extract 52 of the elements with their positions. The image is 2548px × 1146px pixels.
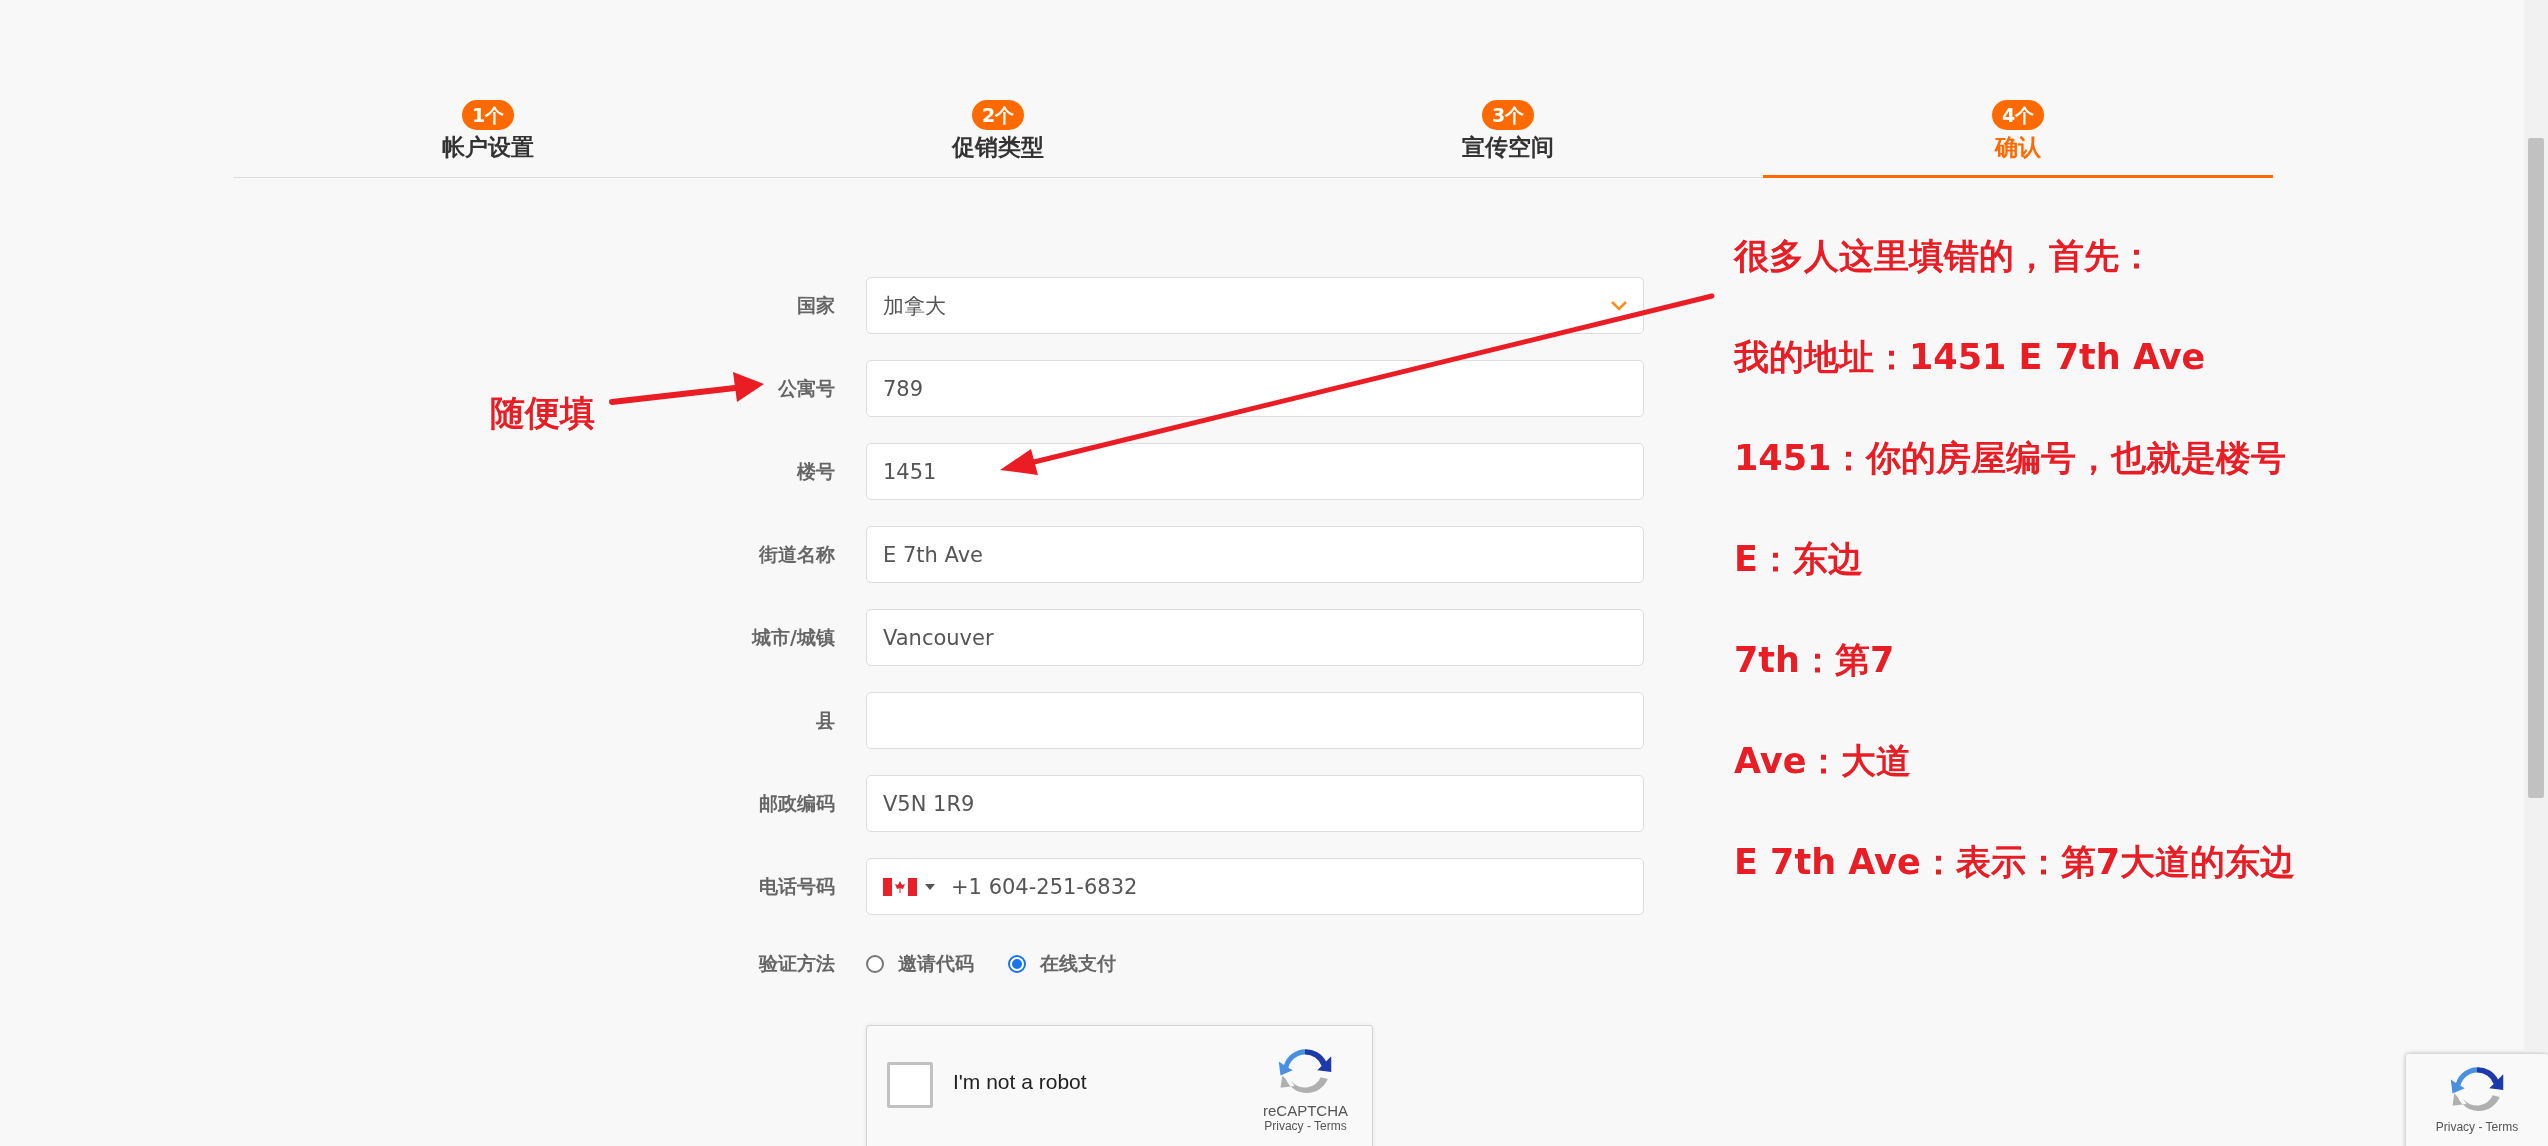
- step-tab[interactable]: 1个 帐户设置: [233, 100, 743, 178]
- step-number-badge: 3个: [1481, 100, 1535, 130]
- phone-number-input[interactable]: +1 604-251-6832: [949, 873, 1627, 900]
- field-label: 县: [815, 707, 835, 733]
- step-label: 宣传空间: [1462, 133, 1554, 162]
- radio-option[interactable]: 邀请代码: [866, 951, 974, 977]
- annotation-text: 1451：你的房屋编号，也就是楼号: [1734, 437, 2288, 480]
- field-label: 街道名称: [757, 541, 835, 567]
- step-number-badge: 4个: [1991, 100, 2045, 130]
- field-label: 国家: [796, 292, 835, 318]
- step-tab[interactable]: 3个 宣传空间: [1253, 100, 1763, 178]
- captcha-label: I'm not a robot: [953, 1070, 1088, 1094]
- input-field[interactable]: [866, 692, 1644, 749]
- field-label: 验证方法: [757, 951, 835, 976]
- field-label: 楼号: [795, 458, 835, 484]
- privacy-terms-link[interactable]: Privacy - Terms: [1264, 1119, 1347, 1133]
- step-label: 帐户设置: [442, 133, 534, 162]
- step-tab[interactable]: 2个 促销类型: [743, 100, 1253, 178]
- annotation-text: Ave：大道: [1734, 740, 1913, 783]
- annotation-text: 我的地址：1451 E 7th Ave: [1734, 336, 2207, 379]
- chevron-down-icon: [1611, 300, 1627, 311]
- phone-field[interactable]: +1 604-251-6832: [866, 858, 1644, 915]
- country-select[interactable]: 加拿大: [866, 277, 1644, 334]
- step-label: 确认: [1995, 133, 2041, 162]
- radio-label: 邀请代码: [898, 951, 974, 976]
- input-field[interactable]: 789: [866, 360, 1644, 417]
- annotation-text: E：东边: [1734, 538, 1864, 581]
- annotation-text: E 7th Ave：表示：第7大道的东边: [1734, 841, 2296, 884]
- radio-option[interactable]: 在线支付: [1008, 951, 1116, 977]
- captcha-checkbox[interactable]: [887, 1062, 933, 1108]
- input-field[interactable]: Vancouver: [866, 609, 1644, 666]
- annotation-text: 很多人这里填错的，首先：: [1734, 235, 2155, 278]
- input-field[interactable]: 1451: [866, 443, 1644, 500]
- field-label: 城市/城镇: [750, 624, 835, 650]
- privacy-terms-link[interactable]: Privacy - Terms: [2435, 1120, 2519, 1134]
- input-field[interactable]: E 7th Ave: [866, 526, 1644, 583]
- field-label: 电话号码: [758, 873, 835, 899]
- step-number-badge: 2个: [971, 100, 1025, 130]
- annotation-text: 7th：第7: [1734, 639, 1896, 682]
- annotation-text: 随便填: [490, 392, 595, 435]
- field-label: 邮政编码: [758, 790, 835, 816]
- caret-icon: [925, 883, 935, 890]
- step-number-badge: 1个: [461, 100, 515, 130]
- step-label: 促销类型: [952, 133, 1044, 162]
- flag-icon: [883, 877, 917, 896]
- radio-label: 在线支付: [1040, 951, 1116, 976]
- scrollbar[interactable]: [2524, 0, 2548, 1050]
- captcha-brand: reCAPTCHA: [1263, 1102, 1348, 1119]
- input-field[interactable]: V5N 1R9: [866, 775, 1644, 832]
- radio-button[interactable]: [1008, 955, 1026, 973]
- radio-button[interactable]: [866, 955, 884, 973]
- field-label: 公寓号: [777, 375, 835, 401]
